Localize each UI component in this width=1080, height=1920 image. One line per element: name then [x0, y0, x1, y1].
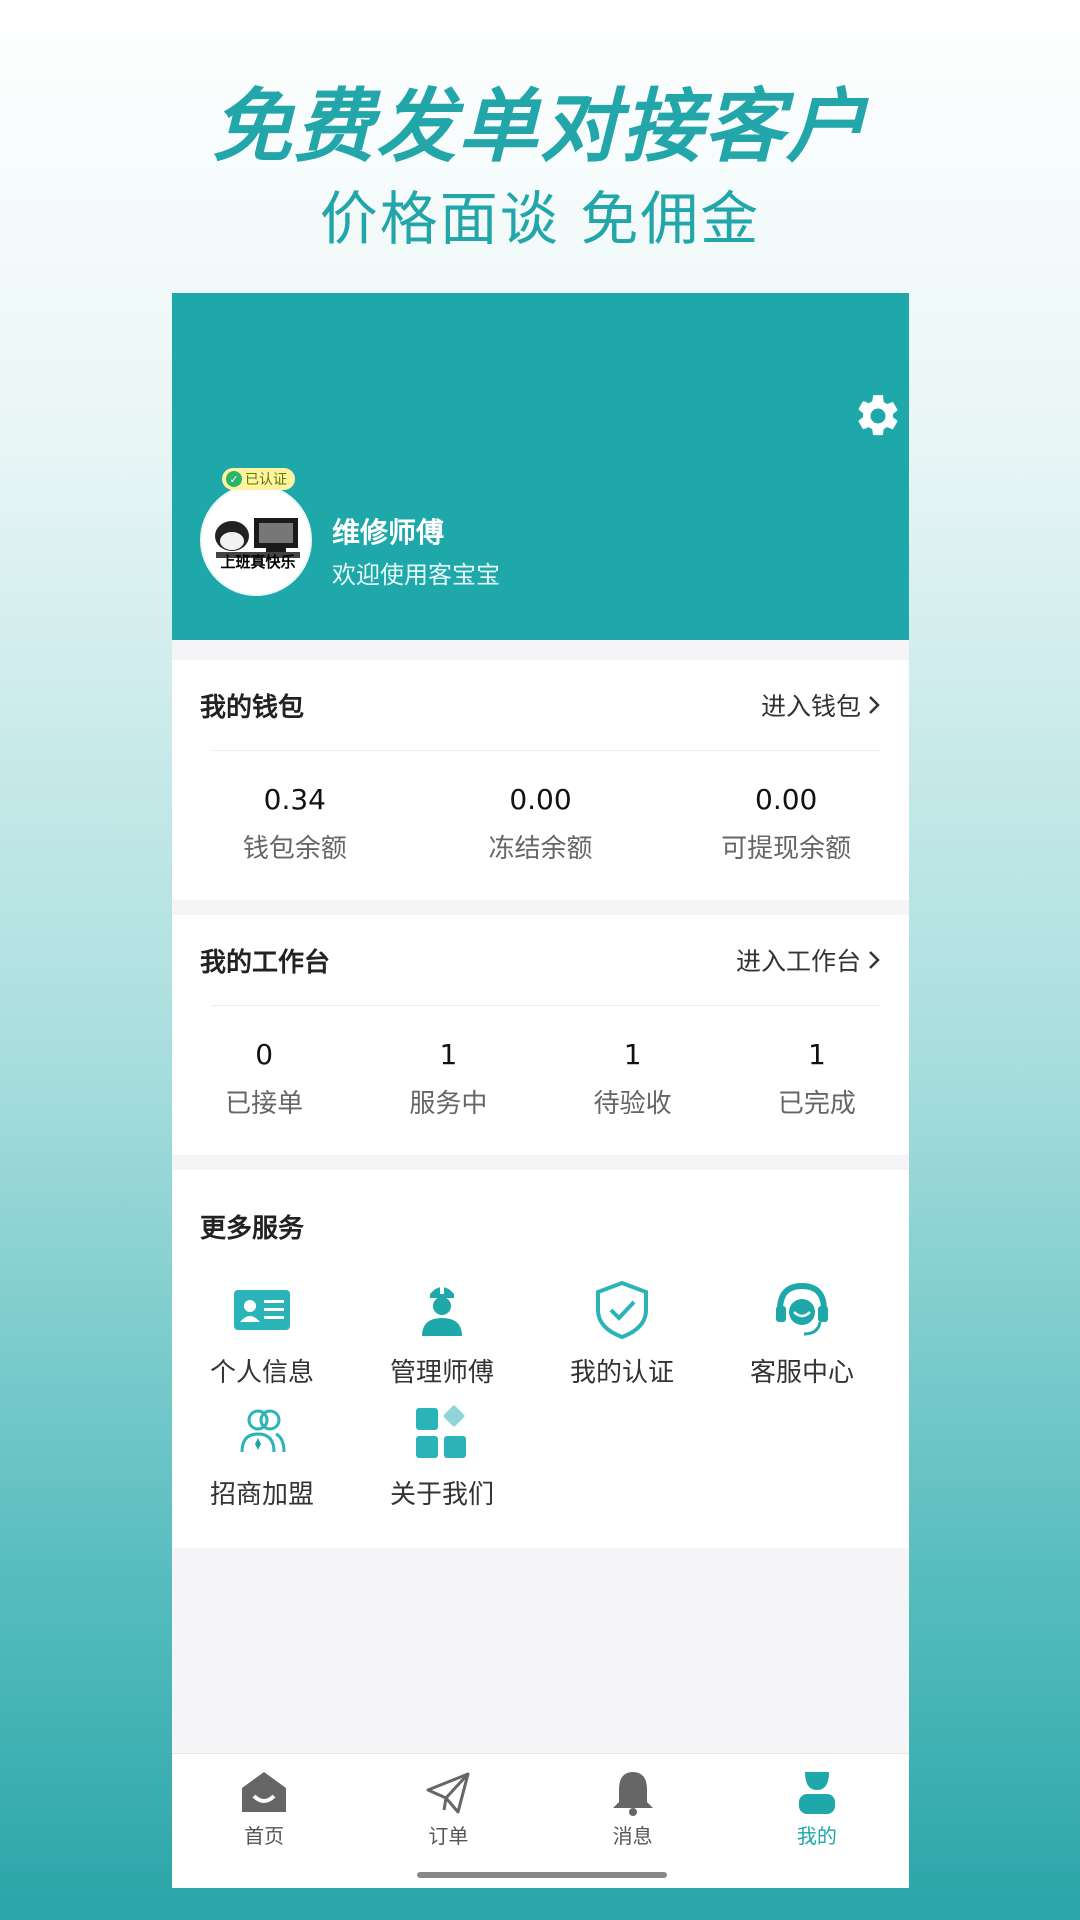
stat-value: 0.34	[263, 783, 326, 816]
home-indicator	[417, 1872, 667, 1878]
headset-icon	[776, 1282, 828, 1336]
profile-header: ✓ 已认证 上班真快乐 维修师傅 欢迎使用客宝宝	[172, 293, 909, 640]
tab-mine[interactable]: 我的	[725, 1754, 909, 1888]
service-manage-workers[interactable]: 管理师傅	[352, 1280, 532, 1389]
worker-icon	[422, 1284, 462, 1336]
service-label: 客服中心	[749, 1358, 854, 1388]
wallet-link-label: 进入钱包	[760, 692, 861, 721]
stat-value: 0.00	[509, 783, 572, 816]
service-franchise[interactable]: 招商加盟	[172, 1402, 352, 1511]
stat-value: 0	[255, 1038, 274, 1071]
chevron-right-icon	[869, 951, 880, 969]
wallet-stat-withdrawable[interactable]: 0.00 可提现余额	[663, 780, 909, 865]
tab-label: 我的	[796, 1824, 837, 1848]
tab-messages[interactable]: 消息	[541, 1754, 725, 1888]
wallet-stat-frozen[interactable]: 0.00 冻结余额	[418, 780, 664, 865]
tab-label: 消息	[612, 1824, 653, 1848]
avatar-group[interactable]: ✓ 已认证 上班真快乐	[200, 468, 312, 596]
service-customer-center[interactable]: 客服中心	[712, 1280, 892, 1389]
wallet-stats: 0.34 钱包余额 0.00 冻结余额 0.00 可提现余额	[172, 780, 909, 865]
services-title: 更多服务	[200, 1214, 305, 1244]
tab-orders[interactable]: 订单	[356, 1754, 540, 1888]
service-label: 个人信息	[209, 1358, 314, 1388]
people-icon	[240, 1409, 286, 1453]
stat-label: 待验收	[593, 1089, 672, 1119]
avatar: 上班真快乐	[200, 484, 312, 596]
workbench-card: 我的工作台 进入工作台 0 已接单 1 服务中 1 待验收 1 已完成	[172, 915, 909, 1155]
stat-label: 已完成	[777, 1089, 856, 1119]
stat-value: 0.00	[755, 783, 818, 816]
user-icon	[798, 1772, 835, 1814]
workbench-stat-in-service[interactable]: 1 服务中	[356, 1035, 540, 1120]
verified-badge: ✓ 已认证	[222, 468, 295, 490]
workbench-title: 我的工作台	[200, 947, 331, 978]
service-label: 我的认证	[569, 1358, 674, 1388]
stat-value: 1	[439, 1038, 458, 1071]
workbench-stat-completed[interactable]: 1 已完成	[725, 1035, 909, 1120]
welcome-text: 欢迎使用客宝宝	[332, 561, 500, 589]
tab-label: 首页	[244, 1824, 285, 1848]
wallet-card: 我的钱包 进入钱包 0.34 钱包余额 0.00 冻结余额 0.00 可提现余额	[172, 660, 909, 900]
services-card: 更多服务 个人信息 管理师傅 我的认证 客服中心 招商加盟 关于我们	[172, 1170, 909, 1548]
workbench-link-label: 进入工作台	[735, 947, 861, 976]
phone-screen: ✓ 已认证 上班真快乐 维修师傅 欢迎使用客宝宝 我的钱包 进入钱包 0.34 …	[172, 293, 909, 1888]
workbench-link[interactable]: 进入工作台	[736, 942, 881, 978]
tab-home[interactable]: 首页	[172, 1754, 356, 1888]
shield-check-icon	[596, 1280, 648, 1340]
stat-label: 冻结余额	[488, 834, 593, 864]
divider	[212, 750, 881, 751]
workbench-stat-accepted[interactable]: 0 已接单	[172, 1035, 356, 1120]
service-about-us[interactable]: 关于我们	[352, 1402, 532, 1511]
tab-label: 订单	[428, 1824, 469, 1848]
workbench-stat-pending-review[interactable]: 1 待验收	[541, 1035, 725, 1120]
grid-icon	[416, 1405, 466, 1458]
stat-label: 服务中	[409, 1089, 488, 1119]
bell-icon	[612, 1772, 653, 1816]
service-my-certification[interactable]: 我的认证	[532, 1280, 712, 1389]
promo-subtitle: 价格面谈 免佣金	[319, 185, 761, 253]
stat-value: 1	[623, 1038, 642, 1071]
stat-label: 可提现余额	[721, 834, 852, 864]
service-label: 招商加盟	[209, 1480, 314, 1510]
workbench-stats: 0 已接单 1 服务中 1 待验收 1 已完成	[172, 1035, 909, 1120]
service-label: 管理师傅	[389, 1358, 494, 1388]
service-label: 关于我们	[389, 1480, 494, 1510]
avatar-caption: 上班真快乐	[220, 553, 296, 571]
gear-icon[interactable]	[853, 391, 903, 441]
wallet-stat-balance[interactable]: 0.34 钱包余额	[172, 780, 418, 865]
divider	[212, 1005, 881, 1006]
stat-value: 1	[807, 1038, 826, 1071]
wallet-link[interactable]: 进入钱包	[761, 687, 881, 723]
stat-label: 钱包余额	[242, 834, 347, 864]
id-card-icon	[234, 1290, 290, 1330]
verified-badge-label: 已认证	[245, 472, 287, 488]
wallet-title: 我的钱包	[200, 692, 305, 723]
username: 维修师傅	[332, 516, 445, 549]
paper-plane-icon	[426, 1772, 470, 1814]
avatar-illustration	[202, 486, 310, 594]
stat-label: 已接单	[225, 1089, 304, 1119]
service-personal-info[interactable]: 个人信息	[172, 1280, 352, 1389]
promo-title: 免费发单对接客户	[212, 80, 868, 173]
chevron-right-icon	[869, 696, 880, 714]
check-icon: ✓	[226, 471, 242, 487]
tab-bar: 首页 订单 消息 我的	[172, 1753, 909, 1888]
home-icon	[242, 1772, 287, 1812]
